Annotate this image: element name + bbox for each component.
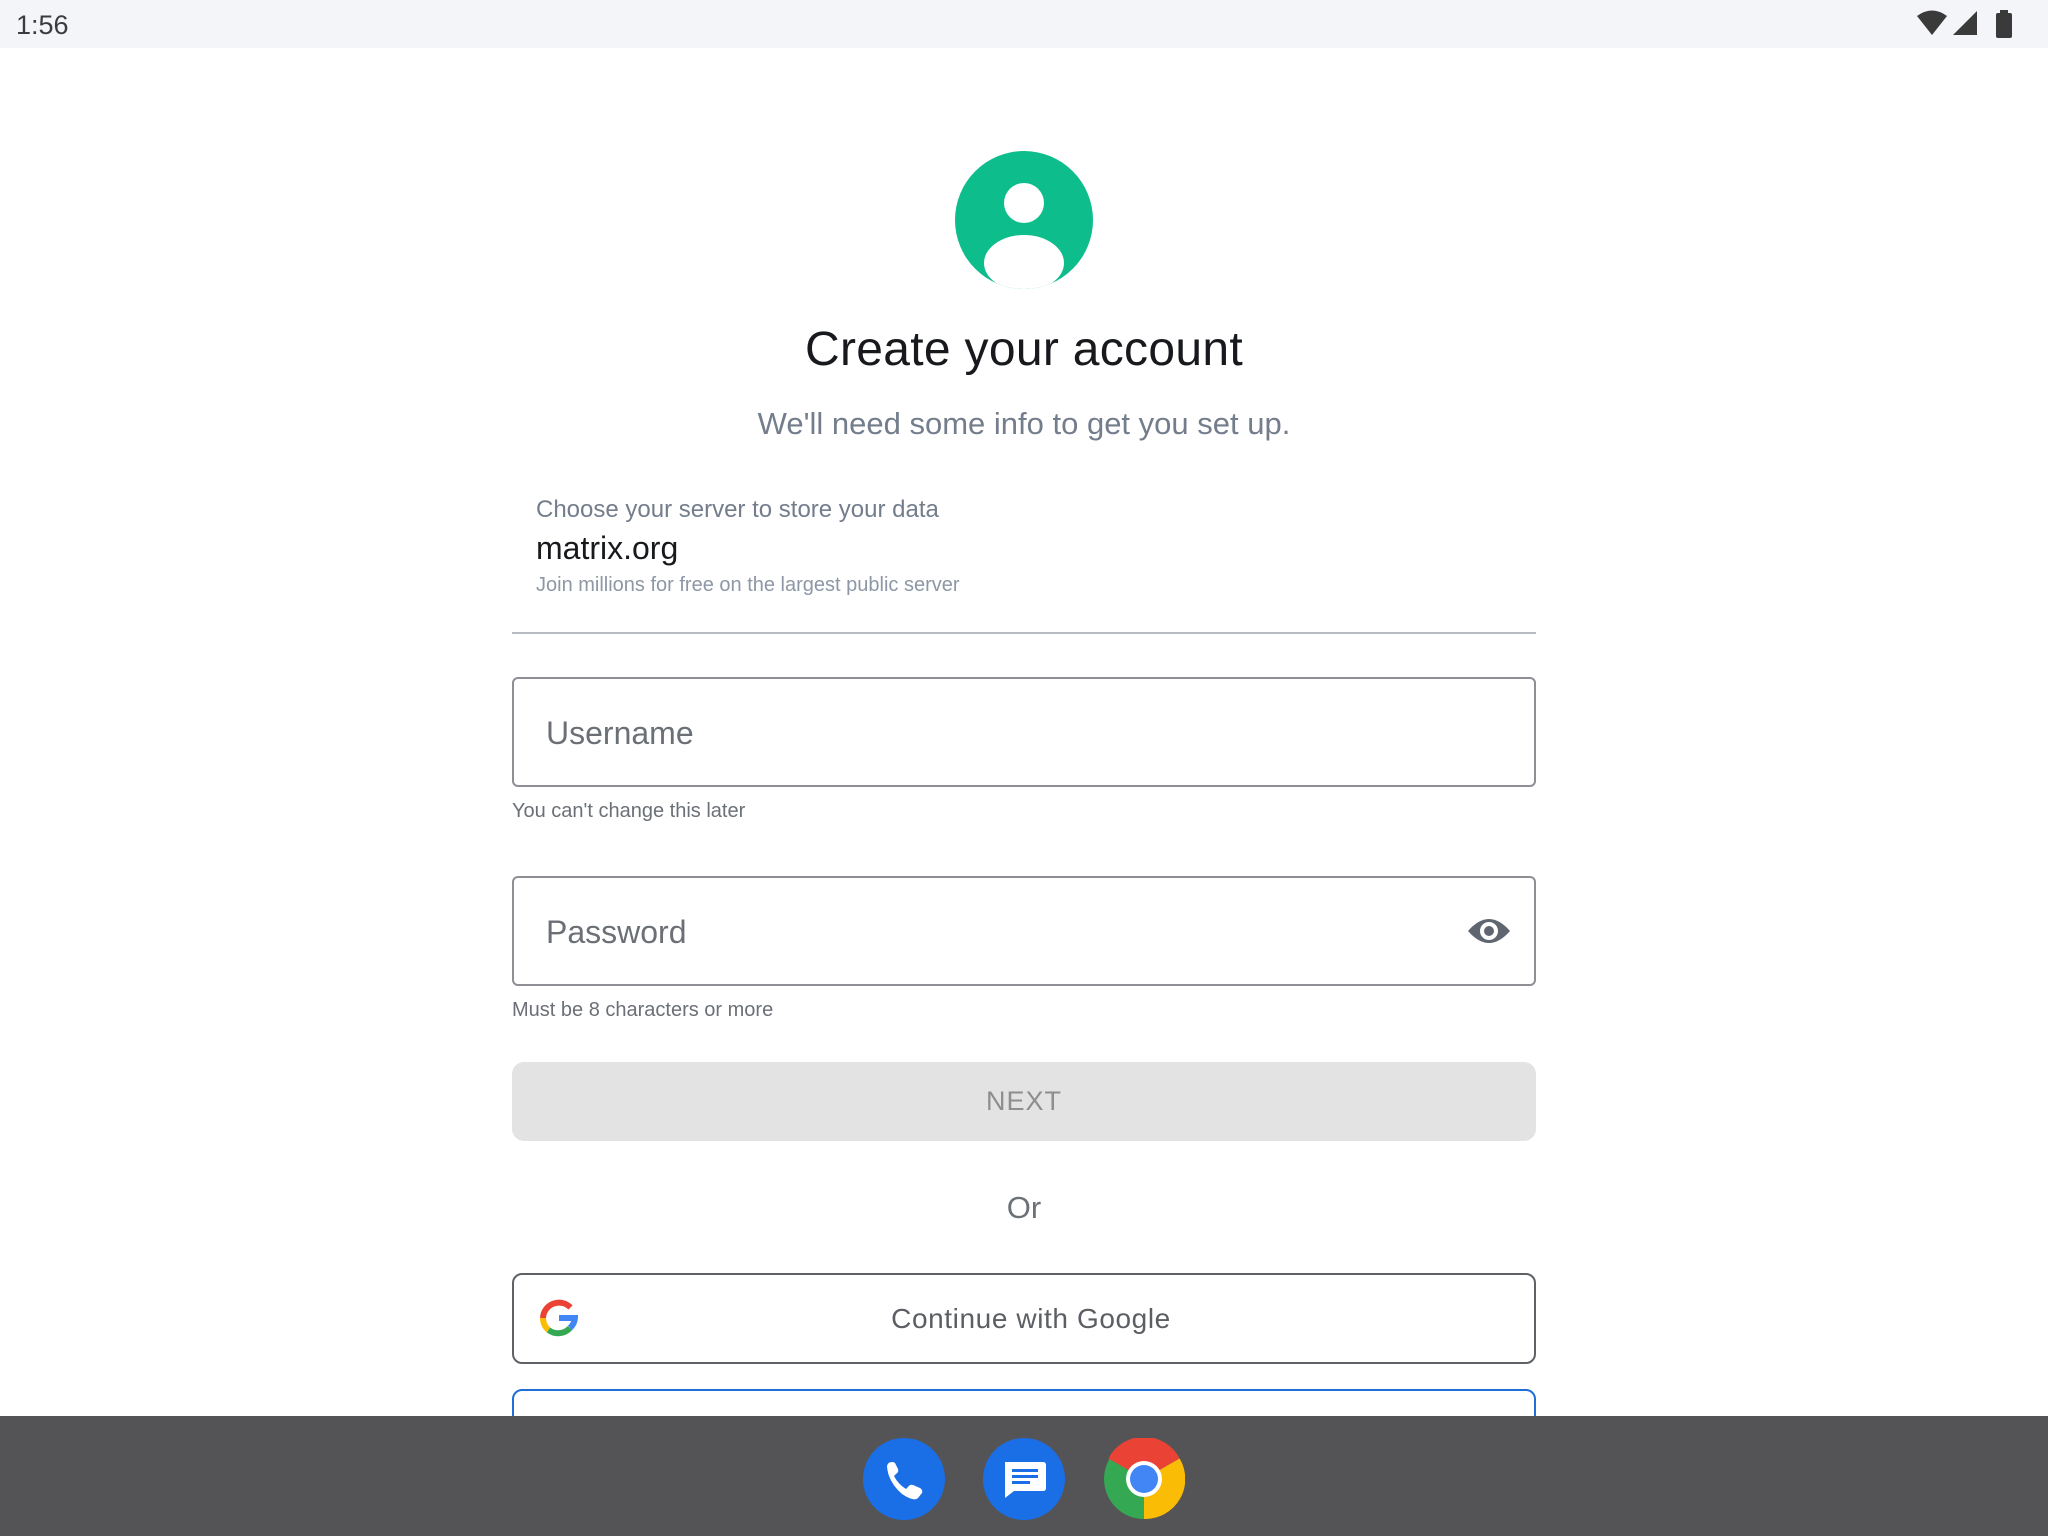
- or-divider-text: Or: [1006, 1190, 1042, 1225]
- username-field[interactable]: [512, 677, 1536, 787]
- server-label: Choose your server to store your data: [536, 496, 939, 523]
- status-bar: 1:56: [0, 0, 2048, 48]
- username-helper-text: You can't change this later: [512, 800, 746, 822]
- server-description: Join millions for free on the largest pu…: [536, 574, 960, 596]
- google-button-label: Continue with Google: [891, 1303, 1171, 1334]
- server-value: matrix.org: [536, 530, 679, 566]
- password-helper-text: Must be 8 characters or more: [512, 999, 774, 1021]
- password-field[interactable]: [512, 876, 1536, 986]
- wifi-icon: [1917, 10, 1947, 35]
- page-title: Create your account: [805, 323, 1243, 376]
- page-subtitle: We'll need some info to get you set up.: [757, 406, 1291, 441]
- phone-icon[interactable]: [863, 1438, 945, 1520]
- username-input[interactable]: [544, 679, 1428, 787]
- battery-icon: [1996, 10, 2012, 38]
- status-time: 1:56: [16, 10, 69, 40]
- chrome-icon[interactable]: [1103, 1438, 1185, 1520]
- messages-icon[interactable]: [983, 1438, 1065, 1520]
- eye-icon[interactable]: [1466, 911, 1512, 951]
- navigation-bar: [0, 1416, 2048, 1536]
- cell-signal-icon: [1953, 11, 1977, 35]
- password-input[interactable]: [544, 878, 1428, 986]
- next-button[interactable]: NEXT: [512, 1062, 1536, 1141]
- continue-with-google-button[interactable]: Continue with Google: [512, 1273, 1536, 1364]
- account-circle-icon: [955, 151, 1093, 289]
- server-selector[interactable]: Choose your server to store your data ma…: [512, 494, 1536, 634]
